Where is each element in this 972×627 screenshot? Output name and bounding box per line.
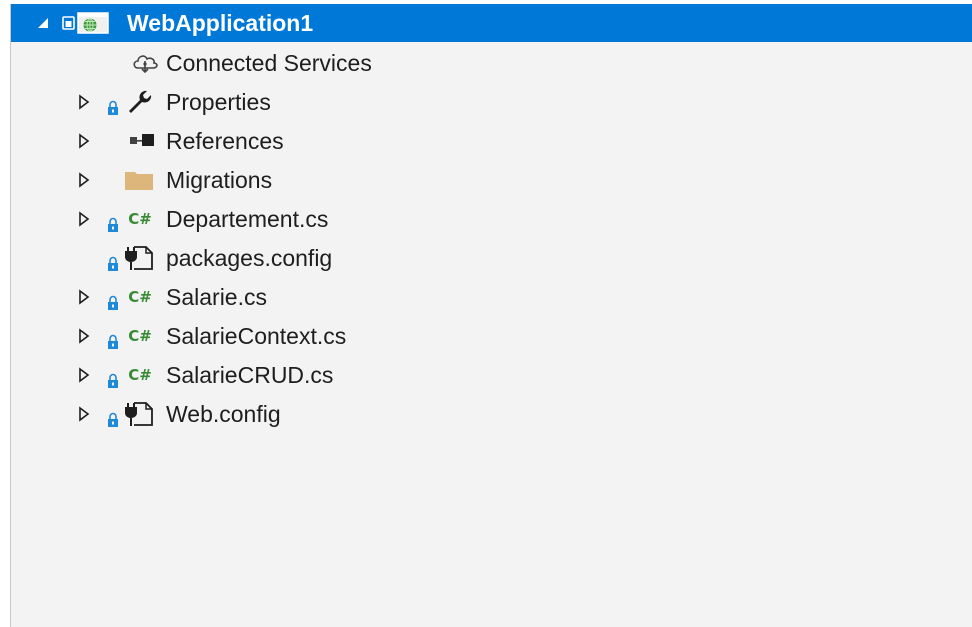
solution-explorer-panel: WebApplication1 Connected Services Prope… — [10, 4, 972, 627]
tree-item-migrations[interactable]: Migrations — [11, 161, 972, 199]
expand-arrow-icon[interactable] — [76, 172, 92, 188]
tree-item-salariecrud-cs[interactable]: C# SalarieCRUD.cs — [11, 356, 972, 394]
tree-item-packages-config[interactable]: packages.config — [11, 239, 972, 277]
tree-item-properties[interactable]: Properties — [11, 83, 972, 121]
expand-arrow-icon[interactable] — [76, 289, 92, 305]
tree-item-connected-services[interactable]: Connected Services — [11, 44, 972, 82]
expand-arrow-icon[interactable] — [76, 133, 92, 149]
references-icon — [129, 133, 155, 149]
collapse-arrow-icon[interactable] — [35, 15, 51, 31]
config-file-icon — [122, 245, 156, 271]
expand-arrow-icon[interactable] — [76, 94, 92, 110]
wrench-icon — [126, 89, 154, 115]
tree-item-label: Migrations — [166, 167, 273, 193]
tree-item-label: Departement.cs — [166, 206, 329, 232]
folder-icon — [124, 169, 154, 191]
lock-icon — [106, 212, 120, 232]
lock-icon — [106, 368, 120, 388]
lock-icon — [106, 290, 120, 310]
csharp-file-icon: C# — [128, 327, 152, 345]
tree-item-label: SalarieCRUD.cs — [166, 362, 334, 388]
tree-item-references[interactable]: References — [11, 122, 972, 160]
tree-item-webapplication1[interactable]: WebApplication1 — [11, 4, 972, 42]
config-file-icon — [122, 401, 156, 427]
lock-icon — [106, 407, 120, 427]
expand-arrow-icon[interactable] — [76, 211, 92, 227]
tree-item-label: Connected Services — [166, 50, 372, 76]
tree-item-label: packages.config — [166, 245, 333, 271]
tree-item-label: Properties — [166, 89, 271, 115]
tree-item-label: Web.config — [166, 401, 281, 427]
csharp-file-icon: C# — [128, 288, 152, 306]
lock-icon — [106, 329, 120, 349]
tree-item-label: SalarieContext.cs — [166, 323, 347, 349]
expand-arrow-icon[interactable] — [76, 328, 92, 344]
csharp-file-icon: C# — [128, 210, 152, 228]
tree-item-label: References — [166, 128, 284, 154]
csharp-file-icon: C# — [128, 366, 152, 384]
expand-arrow-icon[interactable] — [76, 406, 92, 422]
lock-icon — [106, 95, 120, 115]
tree-item-web-config[interactable]: Web.config — [11, 395, 972, 433]
project-name-label: WebApplication1 — [127, 10, 314, 36]
tree-item-label: Salarie.cs — [166, 284, 267, 310]
tree-item-salarie-cs[interactable]: C# Salarie.cs — [11, 278, 972, 316]
web-project-icon — [61, 11, 117, 35]
tree-item-departement-cs[interactable]: C# Departement.cs — [11, 200, 972, 238]
tree-item-salariecontext-cs[interactable]: C# SalarieContext.cs — [11, 317, 972, 355]
cloud-services-icon — [131, 52, 159, 74]
lock-icon — [106, 251, 120, 271]
expand-arrow-icon[interactable] — [76, 367, 92, 383]
